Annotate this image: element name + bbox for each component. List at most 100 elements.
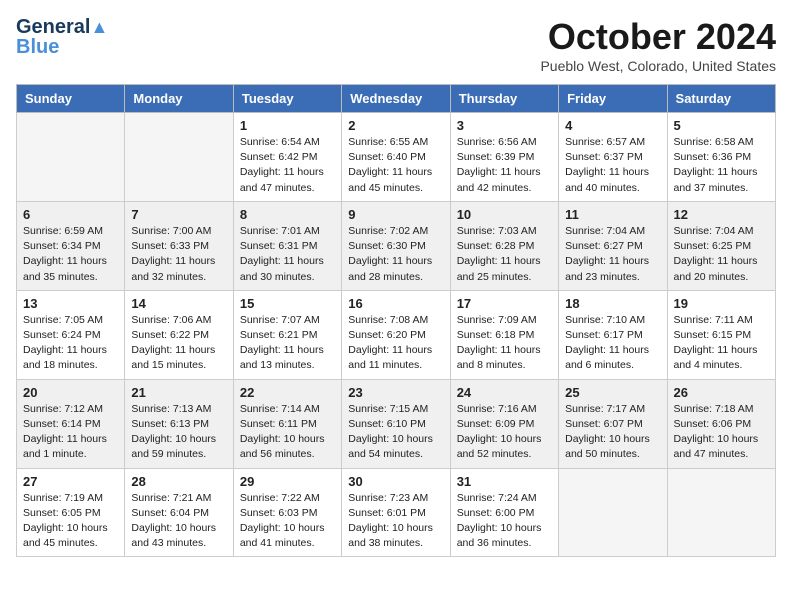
calendar-cell: 17 Sunrise: 7:09 AM Sunset: 6:18 PM Dayli… bbox=[450, 290, 558, 379]
calendar-cell: 21 Sunrise: 7:13 AM Sunset: 6:13 PM Dayli… bbox=[125, 379, 233, 468]
calendar-week-3: 13 Sunrise: 7:05 AM Sunset: 6:24 PM Dayli… bbox=[17, 290, 776, 379]
day-info: Sunrise: 7:13 AM Sunset: 6:13 PM Dayligh… bbox=[131, 402, 226, 463]
calendar-cell: 12 Sunrise: 7:04 AM Sunset: 6:25 PM Dayli… bbox=[667, 201, 775, 290]
calendar-cell bbox=[667, 468, 775, 557]
header-day-saturday: Saturday bbox=[667, 85, 775, 113]
day-number: 2 bbox=[348, 118, 443, 133]
calendar-cell: 19 Sunrise: 7:11 AM Sunset: 6:15 PM Dayli… bbox=[667, 290, 775, 379]
header-day-tuesday: Tuesday bbox=[233, 85, 341, 113]
day-number: 15 bbox=[240, 296, 335, 311]
day-info: Sunrise: 6:59 AM Sunset: 6:34 PM Dayligh… bbox=[23, 224, 118, 285]
day-info: Sunrise: 7:09 AM Sunset: 6:18 PM Dayligh… bbox=[457, 313, 552, 374]
calendar-cell: 14 Sunrise: 7:06 AM Sunset: 6:22 PM Dayli… bbox=[125, 290, 233, 379]
calendar-cell: 9 Sunrise: 7:02 AM Sunset: 6:30 PM Daylig… bbox=[342, 201, 450, 290]
header-day-sunday: Sunday bbox=[17, 85, 125, 113]
calendar-cell: 13 Sunrise: 7:05 AM Sunset: 6:24 PM Dayli… bbox=[17, 290, 125, 379]
day-number: 30 bbox=[348, 474, 443, 489]
day-info: Sunrise: 7:00 AM Sunset: 6:33 PM Dayligh… bbox=[131, 224, 226, 285]
day-number: 17 bbox=[457, 296, 552, 311]
calendar-cell: 4Sunrise: 6:57 AM Sunset: 6:37 PM Daylig… bbox=[559, 113, 667, 202]
calendar-cell: 24 Sunrise: 7:16 AM Sunset: 6:09 PM Dayli… bbox=[450, 379, 558, 468]
day-info: Sunrise: 7:15 AM Sunset: 6:10 PM Dayligh… bbox=[348, 402, 443, 463]
day-number: 16 bbox=[348, 296, 443, 311]
calendar-cell: 11Sunrise: 7:04 AM Sunset: 6:27 PM Dayli… bbox=[559, 201, 667, 290]
day-number: 25 bbox=[565, 385, 660, 400]
calendar-cell: 10Sunrise: 7:03 AM Sunset: 6:28 PM Dayli… bbox=[450, 201, 558, 290]
day-number: 5 bbox=[674, 118, 769, 133]
day-number: 13 bbox=[23, 296, 118, 311]
calendar-cell: 27 Sunrise: 7:19 AM Sunset: 6:05 PM Dayli… bbox=[17, 468, 125, 557]
calendar-week-4: 20 Sunrise: 7:12 AM Sunset: 6:14 PM Dayli… bbox=[17, 379, 776, 468]
day-info: Sunrise: 7:05 AM Sunset: 6:24 PM Dayligh… bbox=[23, 313, 118, 374]
day-number: 12 bbox=[674, 207, 769, 222]
calendar-cell: 25 Sunrise: 7:17 AM Sunset: 6:07 PM Dayli… bbox=[559, 379, 667, 468]
logo-text2: Blue bbox=[16, 36, 59, 58]
calendar-cell bbox=[559, 468, 667, 557]
calendar-cell bbox=[125, 113, 233, 202]
day-number: 23 bbox=[348, 385, 443, 400]
day-number: 28 bbox=[131, 474, 226, 489]
day-info: Sunrise: 7:17 AM Sunset: 6:07 PM Dayligh… bbox=[565, 402, 660, 463]
calendar-week-1: 1 Sunrise: 6:54 AM Sunset: 6:42 PM Daylig… bbox=[17, 113, 776, 202]
day-info: Sunrise: 7:10 AM Sunset: 6:17 PM Dayligh… bbox=[565, 313, 660, 374]
day-info: Sunrise: 7:19 AM Sunset: 6:05 PM Dayligh… bbox=[23, 491, 118, 552]
day-info: Sunrise: 7:21 AM Sunset: 6:04 PM Dayligh… bbox=[131, 491, 226, 552]
header-day-monday: Monday bbox=[125, 85, 233, 113]
calendar-table: SundayMondayTuesdayWednesdayThursdayFrid… bbox=[16, 84, 776, 557]
day-info: Sunrise: 7:07 AM Sunset: 6:21 PM Dayligh… bbox=[240, 313, 335, 374]
day-info: Sunrise: 7:22 AM Sunset: 6:03 PM Dayligh… bbox=[240, 491, 335, 552]
calendar-cell: 20 Sunrise: 7:12 AM Sunset: 6:14 PM Dayli… bbox=[17, 379, 125, 468]
day-info: Sunrise: 6:56 AM Sunset: 6:39 PM Dayligh… bbox=[457, 135, 552, 196]
calendar-cell: 28 Sunrise: 7:21 AM Sunset: 6:04 PM Dayli… bbox=[125, 468, 233, 557]
day-number: 24 bbox=[457, 385, 552, 400]
day-number: 7 bbox=[131, 207, 226, 222]
day-number: 31 bbox=[457, 474, 552, 489]
calendar-cell: 2Sunrise: 6:55 AM Sunset: 6:40 PM Daylig… bbox=[342, 113, 450, 202]
header-day-wednesday: Wednesday bbox=[342, 85, 450, 113]
day-info: Sunrise: 6:54 AM Sunset: 6:42 PM Dayligh… bbox=[240, 135, 335, 196]
day-info: Sunrise: 6:58 AM Sunset: 6:36 PM Dayligh… bbox=[674, 135, 769, 196]
day-number: 29 bbox=[240, 474, 335, 489]
day-info: Sunrise: 7:14 AM Sunset: 6:11 PM Dayligh… bbox=[240, 402, 335, 463]
day-info: Sunrise: 7:11 AM Sunset: 6:15 PM Dayligh… bbox=[674, 313, 769, 374]
calendar-cell: 26Sunrise: 7:18 AM Sunset: 6:06 PM Dayli… bbox=[667, 379, 775, 468]
day-info: Sunrise: 7:04 AM Sunset: 6:25 PM Dayligh… bbox=[674, 224, 769, 285]
logo: General▲ Blue bbox=[16, 16, 108, 58]
day-number: 9 bbox=[348, 207, 443, 222]
calendar-cell: 23 Sunrise: 7:15 AM Sunset: 6:10 PM Dayli… bbox=[342, 379, 450, 468]
day-number: 3 bbox=[457, 118, 552, 133]
calendar-cell: 1 Sunrise: 6:54 AM Sunset: 6:42 PM Daylig… bbox=[233, 113, 341, 202]
day-info: Sunrise: 7:01 AM Sunset: 6:31 PM Dayligh… bbox=[240, 224, 335, 285]
day-number: 14 bbox=[131, 296, 226, 311]
day-info: Sunrise: 7:08 AM Sunset: 6:20 PM Dayligh… bbox=[348, 313, 443, 374]
day-number: 21 bbox=[131, 385, 226, 400]
calendar-title: October 2024 bbox=[540, 16, 776, 58]
calendar-cell bbox=[17, 113, 125, 202]
header-day-friday: Friday bbox=[559, 85, 667, 113]
calendar-cell: 7 Sunrise: 7:00 AM Sunset: 6:33 PM Daylig… bbox=[125, 201, 233, 290]
title-area: October 2024 Pueblo West, Colorado, Unit… bbox=[540, 16, 776, 74]
header: General▲ Blue October 2024 Pueblo West, … bbox=[16, 16, 776, 74]
day-number: 6 bbox=[23, 207, 118, 222]
day-number: 19 bbox=[674, 296, 769, 311]
calendar-cell: 5 Sunrise: 6:58 AM Sunset: 6:36 PM Daylig… bbox=[667, 113, 775, 202]
calendar-week-5: 27 Sunrise: 7:19 AM Sunset: 6:05 PM Dayli… bbox=[17, 468, 776, 557]
day-info: Sunrise: 7:12 AM Sunset: 6:14 PM Dayligh… bbox=[23, 402, 118, 463]
day-info: Sunrise: 7:03 AM Sunset: 6:28 PM Dayligh… bbox=[457, 224, 552, 285]
day-info: Sunrise: 7:16 AM Sunset: 6:09 PM Dayligh… bbox=[457, 402, 552, 463]
day-info: Sunrise: 7:24 AM Sunset: 6:00 PM Dayligh… bbox=[457, 491, 552, 552]
calendar-cell: 15 Sunrise: 7:07 AM Sunset: 6:21 PM Dayli… bbox=[233, 290, 341, 379]
calendar-cell: 18 Sunrise: 7:10 AM Sunset: 6:17 PM Dayli… bbox=[559, 290, 667, 379]
day-number: 1 bbox=[240, 118, 335, 133]
day-number: 20 bbox=[23, 385, 118, 400]
calendar-cell: 30Sunrise: 7:23 AM Sunset: 6:01 PM Dayli… bbox=[342, 468, 450, 557]
day-number: 27 bbox=[23, 474, 118, 489]
day-info: Sunrise: 6:57 AM Sunset: 6:37 PM Dayligh… bbox=[565, 135, 660, 196]
day-number: 11 bbox=[565, 207, 660, 222]
day-number: 8 bbox=[240, 207, 335, 222]
day-number: 18 bbox=[565, 296, 660, 311]
day-info: Sunrise: 7:02 AM Sunset: 6:30 PM Dayligh… bbox=[348, 224, 443, 285]
calendar-cell: 6 Sunrise: 6:59 AM Sunset: 6:34 PM Daylig… bbox=[17, 201, 125, 290]
header-day-thursday: Thursday bbox=[450, 85, 558, 113]
day-info: Sunrise: 7:06 AM Sunset: 6:22 PM Dayligh… bbox=[131, 313, 226, 374]
